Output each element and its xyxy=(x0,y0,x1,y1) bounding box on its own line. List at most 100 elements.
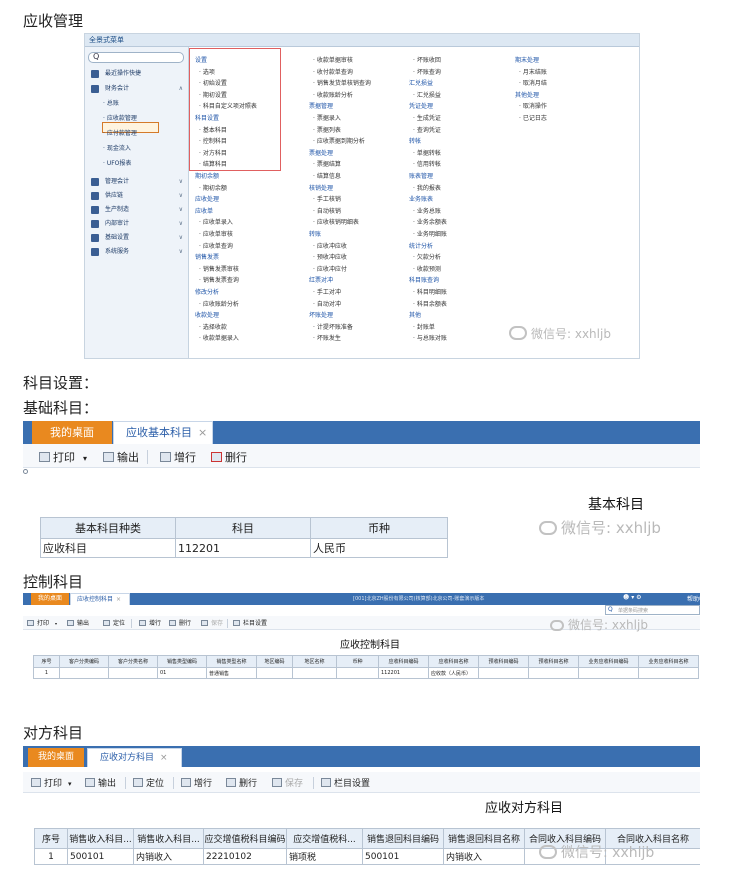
table-row[interactable]: 1 01 普通销售 112201 应收款（人民币） xyxy=(33,667,699,679)
menu-item[interactable]: · 生成凭证 xyxy=(413,115,441,123)
column-header[interactable]: 销售类型编码 xyxy=(157,655,207,668)
column-header[interactable]: 币种 xyxy=(310,517,448,539)
menu-item[interactable]: · 已记日志 xyxy=(519,115,547,123)
menu-item[interactable]: · 封账单 xyxy=(413,324,435,332)
column-header[interactable]: 序号 xyxy=(33,655,60,668)
table-cell[interactable]: 人民币 xyxy=(310,538,448,558)
column-header[interactable]: 销售退回科目编码 xyxy=(362,828,444,849)
save-button[interactable]: 保存 xyxy=(272,776,303,789)
table-cell[interactable] xyxy=(578,667,639,679)
column-header[interactable]: 预收科目编码 xyxy=(478,655,529,668)
menu-item[interactable]: · 结算科目 xyxy=(199,161,227,169)
column-header[interactable]: 销售收入科目... xyxy=(67,828,134,849)
table-cell[interactable] xyxy=(528,667,579,679)
menu-item[interactable]: · 预收冲应收 xyxy=(313,254,347,262)
sidebar-item[interactable]: 供应链 ∨ xyxy=(85,189,189,203)
sidebar-item[interactable]: 生产制造 ∨ xyxy=(85,203,189,217)
menu-item[interactable]: · 应收单录入 xyxy=(199,219,233,227)
output-button[interactable]: 输出 xyxy=(103,449,139,465)
menu-item[interactable]: · 票据列表 xyxy=(313,127,341,135)
table-cell[interactable]: 1 xyxy=(33,667,60,679)
table-row[interactable]: 应收科目 112201 人民币 xyxy=(40,538,448,558)
menu-item[interactable]: · 汇兑损益 xyxy=(413,92,441,100)
sidebar-item[interactable]: 系统服务 ∨ xyxy=(85,245,189,259)
menu-item[interactable]: · 手工对冲 xyxy=(313,289,341,297)
table-cell[interactable]: 普通销售 xyxy=(206,667,257,679)
menu-item[interactable]: · 科目明细账 xyxy=(413,289,447,297)
column-header[interactable]: 业务应收科目名称 xyxy=(638,655,699,668)
menu-item[interactable]: · 自动核销 xyxy=(313,208,341,216)
tab-my-desktop[interactable]: 我的桌面 xyxy=(28,748,84,767)
menu-item[interactable]: · 控制科目 xyxy=(199,138,227,146)
column-header[interactable]: 币种 xyxy=(336,655,379,668)
user-icon[interactable]: ☻ xyxy=(623,594,629,601)
delete-row-button[interactable]: 删行 xyxy=(211,449,247,465)
menu-item[interactable]: · 初始设置 xyxy=(199,80,227,88)
column-header[interactable]: 序号 xyxy=(34,828,68,849)
menu-item[interactable]: · 应收单审核 xyxy=(199,231,233,239)
menu-item[interactable]: · 自动对冲 xyxy=(313,301,341,309)
menu-item[interactable]: · 应收核销明细表 xyxy=(313,219,359,227)
delete-row-button[interactable]: 删行 xyxy=(226,776,257,789)
sidebar-item[interactable]: 最近操作快捷 xyxy=(85,67,189,81)
column-settings-button[interactable]: 栏目设置 xyxy=(233,618,267,627)
column-header[interactable]: 应交增值税科... xyxy=(286,828,363,849)
menu-item[interactable]: · 取消月结 xyxy=(519,80,547,88)
close-icon[interactable]: × xyxy=(116,596,121,603)
sidebar-subitem[interactable]: · 现金流入 xyxy=(103,144,131,154)
column-header[interactable]: 销售收入科目... xyxy=(133,828,204,849)
menu-item[interactable]: · 销售发票审核 xyxy=(199,266,239,274)
table-cell[interactable]: 应收科目 xyxy=(40,538,176,558)
menu-item[interactable]: · 坏账发生 xyxy=(313,335,341,343)
sidebar-item[interactable]: 管理会计 ∨ xyxy=(85,175,189,189)
locate-button[interactable]: 定位 xyxy=(103,618,125,627)
menu-item[interactable]: · 收付款单查询 xyxy=(313,69,353,77)
menu-item[interactable]: · 我的报表 xyxy=(413,185,441,193)
menu-item[interactable]: · 应收冲应付 xyxy=(313,266,347,274)
column-header[interactable]: 科目 xyxy=(175,517,311,539)
menu-item[interactable]: · 信用转帐 xyxy=(413,161,441,169)
output-button[interactable]: 输出 xyxy=(67,618,89,627)
menu-item[interactable]: · 销售发票查询 xyxy=(199,277,239,285)
column-header[interactable]: 预收科目名称 xyxy=(528,655,579,668)
table-cell[interactable] xyxy=(478,667,529,679)
gear-icon[interactable]: ⚙ xyxy=(636,594,641,601)
add-row-button[interactable]: 增行 xyxy=(181,776,212,789)
column-header[interactable]: 客户分类编码 xyxy=(59,655,109,668)
sidebar-subitem[interactable]: · UFO报表 xyxy=(103,159,131,169)
menu-item[interactable]: · 期初余额 xyxy=(199,185,227,193)
menu-item[interactable]: · 应收冲应收 xyxy=(313,243,347,251)
menu-item[interactable]: · 坏账查询 xyxy=(413,69,441,77)
menu-item[interactable]: · 收款单据审核 xyxy=(313,57,353,65)
table-cell[interactable]: 内销收入 xyxy=(133,848,204,865)
locate-button[interactable]: 定位 xyxy=(133,776,164,789)
menu-item[interactable]: · 票据录入 xyxy=(313,115,341,123)
menu-item[interactable]: · 销售发货单核销查询 xyxy=(313,80,371,88)
menu-item[interactable]: · 票据结算 xyxy=(313,161,341,169)
menu-item[interactable]: · 取消操作 xyxy=(519,103,547,111)
sidebar-item[interactable]: 基础设置 ∨ xyxy=(85,231,189,245)
menu-item[interactable]: · 应收单查询 xyxy=(199,243,233,251)
column-header[interactable]: 地区编码 xyxy=(256,655,293,668)
menu-item[interactable]: · 科目自定义项对照表 xyxy=(199,103,257,111)
menu-item[interactable]: · 科目余额表 xyxy=(413,301,447,309)
save-button[interactable]: 保存 xyxy=(201,618,223,627)
table-cell[interactable] xyxy=(638,667,699,679)
menu-item[interactable]: · 应收账龄分析 xyxy=(199,301,239,309)
menu-item[interactable]: · 选项 xyxy=(199,69,215,77)
add-row-button[interactable]: 增行 xyxy=(160,449,196,465)
barcode-search-input[interactable]: Q 单据条码搜索 xyxy=(605,605,700,615)
menu-item[interactable]: · 收款单据录入 xyxy=(199,335,239,343)
menu-item[interactable]: · 手工核销 xyxy=(313,196,341,204)
menu-item[interactable]: · 收款预测 xyxy=(413,266,441,274)
sidebar-item[interactable]: 财务会计 ∧ xyxy=(85,82,189,96)
menu-item[interactable]: · 结算信息 xyxy=(313,173,341,181)
add-row-button[interactable]: 增行 xyxy=(139,618,161,627)
table-cell[interactable]: 500101 xyxy=(362,848,444,865)
column-header[interactable]: 销售类型名称 xyxy=(206,655,257,668)
column-header[interactable]: 销售退回科目名称 xyxy=(443,828,525,849)
table-cell[interactable]: 销项税 xyxy=(286,848,363,865)
menu-search-input[interactable]: Q xyxy=(88,52,184,63)
table-cell[interactable]: 应收款（人民币） xyxy=(428,667,479,679)
menu-item[interactable]: · 与总账对账 xyxy=(413,335,447,343)
